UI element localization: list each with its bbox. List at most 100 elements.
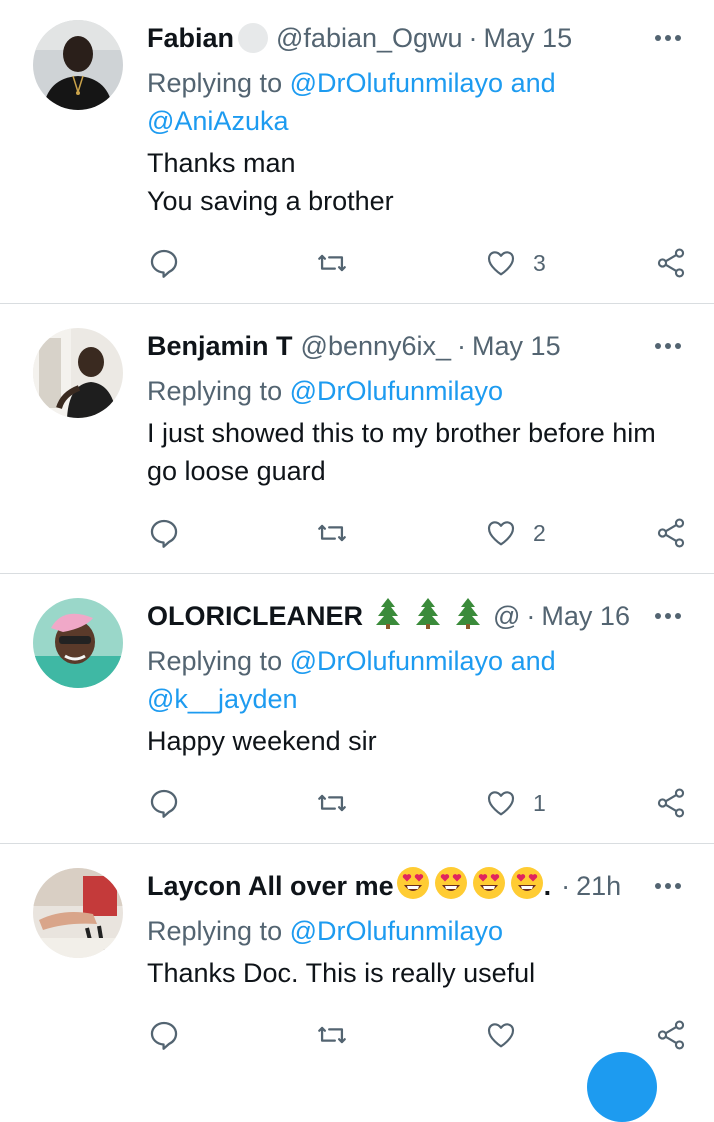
compose-fab[interactable] [587,1052,657,1122]
evergreen-tree-icon [375,597,401,636]
replying-to: Replying to @DrOlufunmilayo [147,372,684,410]
replying-label: Replying to [147,376,283,406]
reply-button[interactable] [147,243,181,283]
user-handle[interactable]: @ [493,601,520,632]
replying-to: Replying to @DrOlufunmilayo [147,912,684,950]
reply-icon [150,519,178,548]
retweet-button[interactable] [314,783,350,823]
reply-button[interactable] [147,783,181,823]
share-button[interactable] [654,243,688,283]
tweet-text-line: You saving a brother [147,186,394,216]
heart-eyes-icon [510,866,544,907]
timestamp[interactable]: 21h [576,871,621,902]
mention-link[interactable]: @DrOlufunmilayo [290,68,503,98]
retweet-button[interactable] [314,243,350,283]
separator-dot: · [561,870,571,901]
avatar[interactable] [33,868,123,958]
retweet-icon [318,254,346,272]
like-count: 1 [533,789,546,816]
like-count: 3 [533,249,546,276]
share-icon [657,518,685,548]
share-icon [657,1020,685,1050]
tweet-text-line: I just showed this to my brother before … [147,418,656,448]
evergreen-tree-icon [455,597,481,636]
like-button[interactable] [485,1015,517,1055]
avatar[interactable] [33,328,123,418]
tweet-actions: 1 [147,783,692,823]
heart-eyes-icon [396,866,430,907]
tweet-card[interactable]: OLORICLEANER @ · May 16 Replying to @DrO… [0,574,714,844]
separator-dot: · [526,600,536,631]
tweet-text: Happy weekend sir [147,722,684,760]
like-icon [487,1023,515,1048]
avatar[interactable] [33,598,123,688]
separator-dot: · [468,22,478,53]
heart-eyes-icon [472,866,506,907]
share-button[interactable] [654,783,688,823]
display-name[interactable]: OLORICLEANER [147,601,363,632]
replying-to: Replying to @DrOlufunmilayo and [147,64,684,102]
tweet-text: Thanks Doc. This is really useful [147,954,684,992]
replying-to: Replying to @DrOlufunmilayo and [147,642,684,680]
tweet-card[interactable]: Benjamin T @benny6ix_ · May 15 Replying … [0,304,714,574]
mention-link[interactable]: @DrOlufunmilayo [290,376,503,406]
tweet-text-line: Happy weekend sir [147,726,377,756]
reply-icon [150,249,178,278]
retweet-button[interactable] [314,1015,350,1055]
heart-eyes-icon [434,866,468,907]
like-button[interactable]: 3 [485,243,546,283]
replying-label: Replying to [147,68,283,98]
like-button[interactable]: 1 [485,783,546,823]
replying-to-continued: @k__jayden [147,680,684,718]
like-icon [487,251,515,276]
like-count: 2 [533,519,546,546]
tweet-card[interactable]: Fabian @fabian_Ogwu · May 15 Replying to… [0,0,714,304]
share-icon [657,788,685,818]
tweet-text-line: Thanks Doc. This is really useful [147,958,536,988]
user-handle[interactable]: @fabian_Ogwu [276,23,463,54]
retweet-icon [318,1026,346,1044]
reply-icon [150,789,178,818]
timestamp[interactable]: May 15 [484,23,573,54]
reply-button[interactable] [147,513,181,553]
retweet-icon [318,794,346,812]
share-button[interactable] [654,1015,688,1055]
more-options-icon[interactable] [652,326,684,366]
more-options-icon[interactable] [652,866,684,906]
share-icon [657,248,685,278]
separator-dot: · [457,330,467,361]
share-button[interactable] [654,513,688,553]
mention-link[interactable]: @DrOlufunmilayo [290,916,503,946]
display-name[interactable]: Benjamin T [147,331,293,362]
replying-label: Replying to [147,646,283,676]
tweet-actions: 3 [147,243,692,283]
more-options-icon[interactable] [652,18,684,58]
like-button[interactable]: 2 [485,513,546,553]
tweet-text: Thanks man You saving a brother [147,144,684,220]
timestamp[interactable]: May 16 [541,601,630,632]
reply-icon [150,1021,178,1050]
tweet-actions: 2 [147,513,692,553]
more-options-icon[interactable] [652,596,684,636]
mention-link[interactable]: @DrOlufunmilayo [290,646,503,676]
retweet-button[interactable] [314,513,350,553]
avatar[interactable] [33,20,123,110]
like-icon [487,521,515,546]
tweet-text: I just showed this to my brother before … [147,414,684,490]
timestamp[interactable]: May 15 [472,331,561,362]
replying-to-continued: @AniAzuka [147,102,684,140]
tweet-text-line: Thanks man [147,148,296,178]
mention-link[interactable]: @AniAzuka [147,106,288,136]
user-handle[interactable]: @benny6ix_ [301,331,452,362]
tweet-text-line: go loose guard [147,456,326,486]
mention-link[interactable]: @k__jayden [147,684,298,714]
tweet-actions [147,1015,692,1055]
replying-label: Replying to [147,916,283,946]
reply-button[interactable] [147,1015,181,1055]
mention-and[interactable]: and [511,68,556,98]
display-name[interactable]: Fabian [147,23,234,54]
tweet-card[interactable]: Laycon All over me . · 21h Replying to @… [0,844,714,1061]
mention-and[interactable]: and [511,646,556,676]
profile-badge-icon [238,23,269,53]
display-name[interactable]: Laycon All over me [147,871,394,902]
